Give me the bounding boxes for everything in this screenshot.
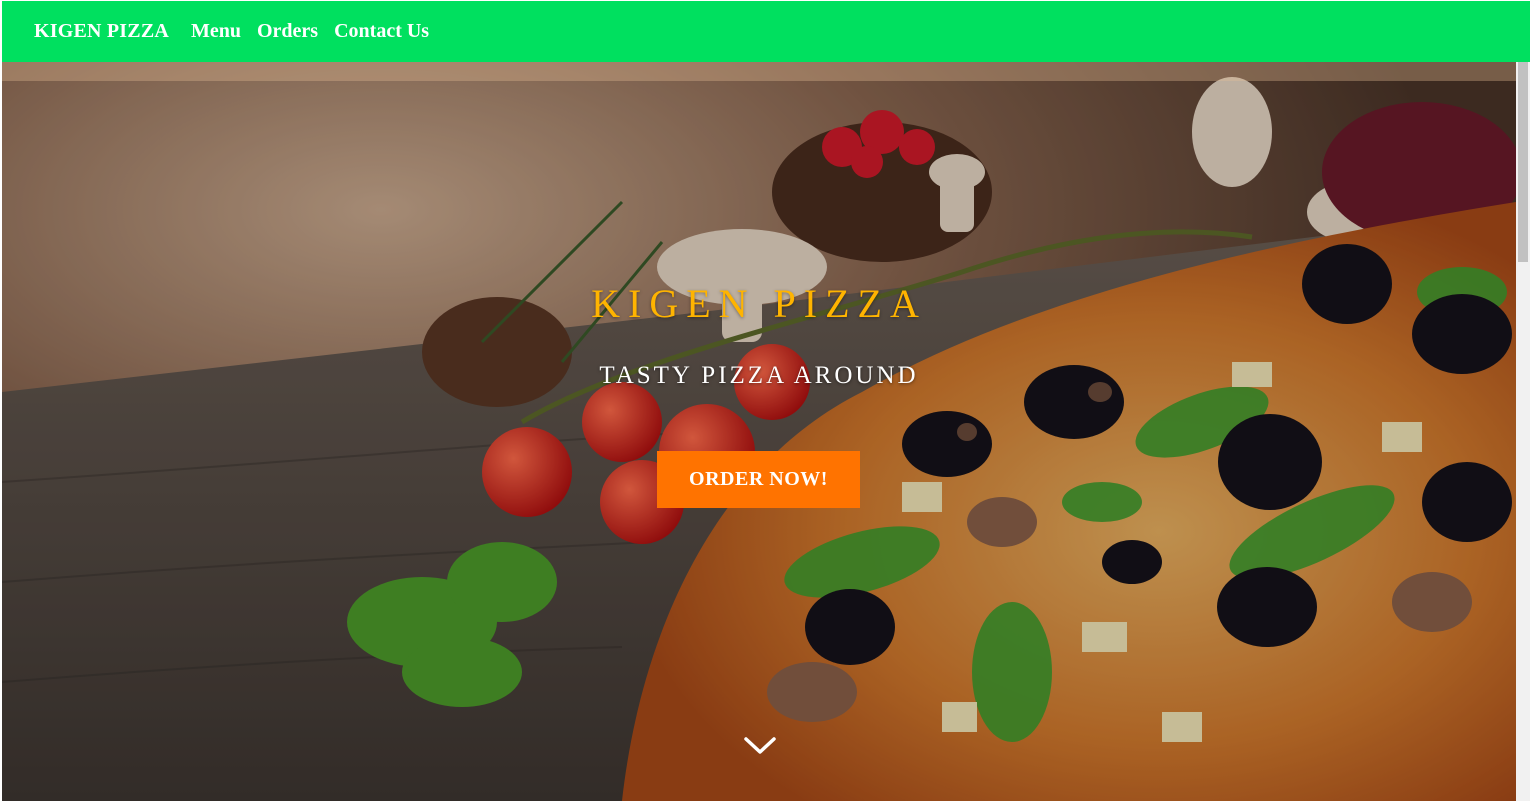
hero-subtitle: TASTY PIZZA AROUND (599, 362, 919, 389)
chevron-down-icon[interactable] (743, 736, 777, 756)
nav-link-menu[interactable]: Menu (191, 20, 241, 43)
order-now-button[interactable]: ORDER NOW! (657, 451, 860, 508)
hero-top-strip (2, 62, 1516, 81)
nav-link-contact-us[interactable]: Contact Us (334, 20, 429, 43)
hero-title: KIGEN PIZZA (591, 281, 927, 326)
hero-overlay (2, 62, 1516, 801)
hero-section: KIGEN PIZZA TASTY PIZZA AROUND ORDER NOW… (2, 62, 1516, 801)
scrollbar-thumb[interactable] (1518, 62, 1528, 262)
page-scrollbar[interactable] (1516, 62, 1530, 801)
nav-link-orders[interactable]: Orders (257, 20, 318, 43)
brand-link[interactable]: KIGEN PIZZA (34, 20, 169, 43)
nav-links: Menu Orders Contact Us (191, 20, 445, 43)
navbar: KIGEN PIZZA Menu Orders Contact Us (2, 1, 1530, 62)
